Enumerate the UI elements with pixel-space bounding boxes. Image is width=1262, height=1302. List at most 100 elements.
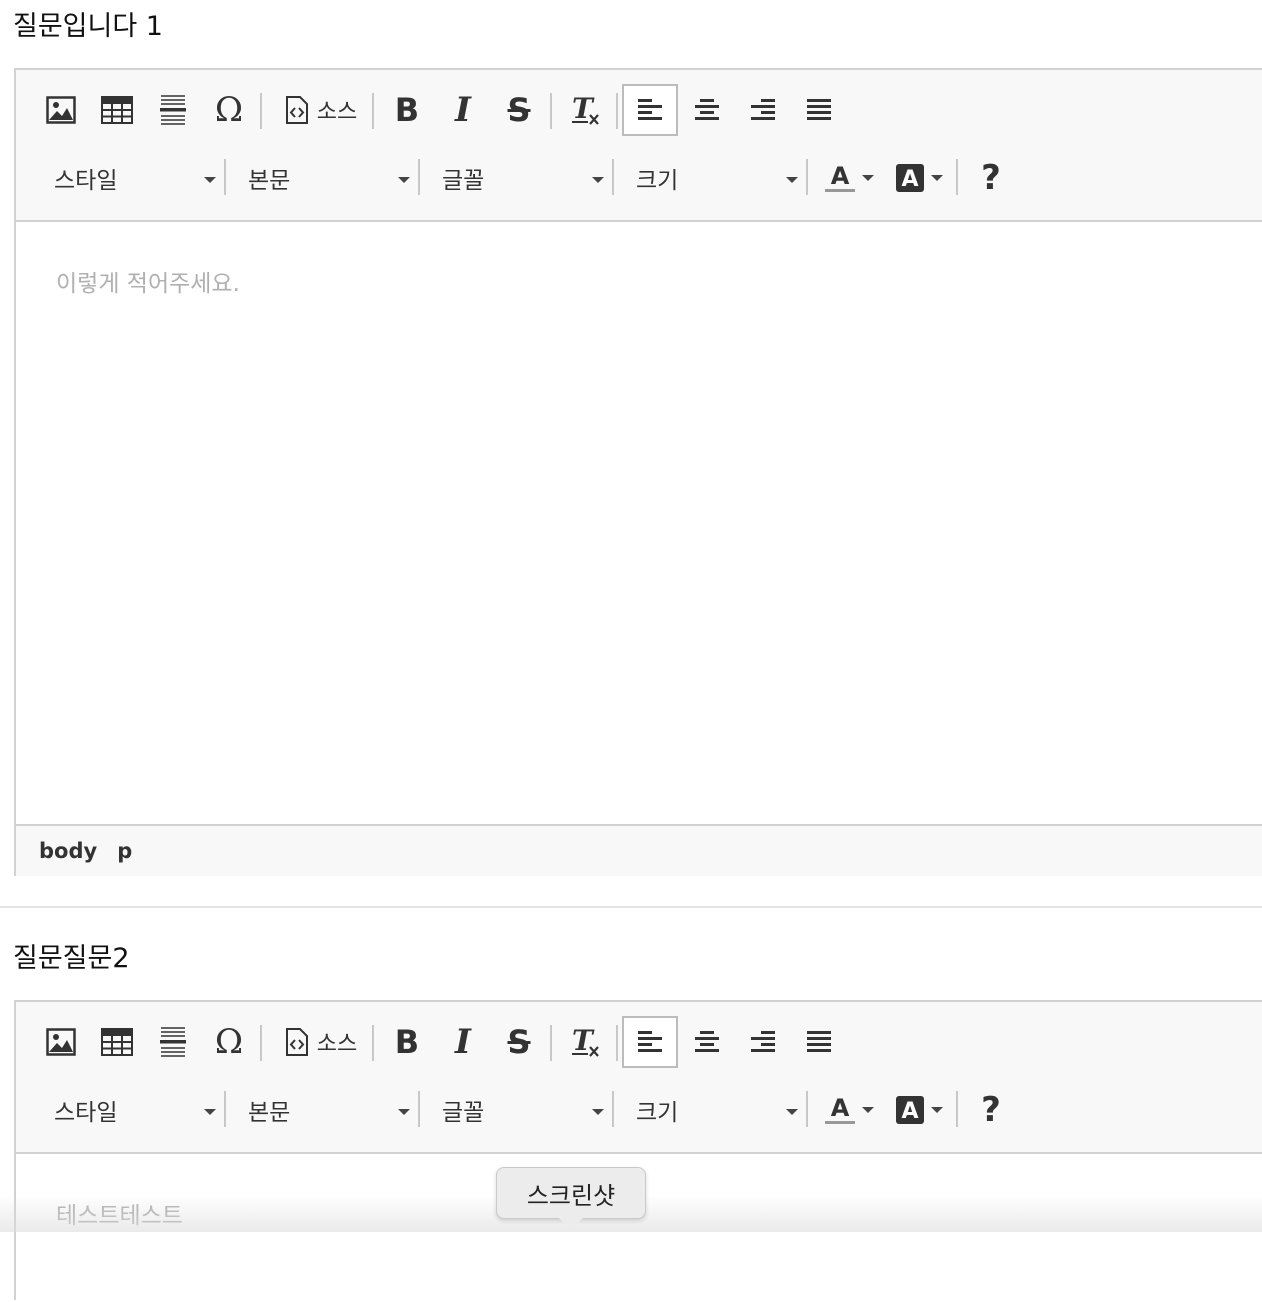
editor-toolbar: Ω 소스 B I S T 스타일 본문 글꼴 크기 A A ? xyxy=(16,1002,1262,1154)
path-item-body[interactable]: body xyxy=(39,839,97,863)
format-dropdown-label: 본문 xyxy=(248,168,291,194)
bold-icon[interactable]: B xyxy=(384,84,430,136)
toolbar-separator xyxy=(616,93,618,129)
section-title-1: 질문입니다 1 xyxy=(13,11,163,42)
font-dropdown-label: 글꼴 xyxy=(442,168,485,194)
toolbar-row-2: 스타일 본문 글꼴 크기 A A ? xyxy=(16,1082,1262,1138)
clear-format-icon[interactable]: T xyxy=(562,84,608,136)
toolbar-separator xyxy=(372,1025,374,1061)
align-left-icon[interactable] xyxy=(622,1016,678,1068)
section-title-2: 질문질문2 xyxy=(13,943,130,974)
clear-format-icon[interactable]: T xyxy=(562,1016,608,1068)
toolbar-separator xyxy=(956,159,958,195)
bg-color-icon: A xyxy=(896,164,924,192)
table-icon[interactable] xyxy=(94,84,140,136)
source-label: 소스 xyxy=(316,1032,358,1057)
special-char-icon[interactable]: Ω xyxy=(206,1016,252,1068)
editor-placeholder: 이렇게 적어주세요. xyxy=(56,271,240,297)
horizontal-line-icon[interactable] xyxy=(150,84,196,136)
help-icon[interactable]: ? xyxy=(968,152,1014,204)
toolbar-row-1: Ω 소스 B I S T xyxy=(16,84,1262,140)
bg-color-icon: A xyxy=(896,1096,924,1124)
toolbar-separator xyxy=(260,93,262,129)
svg-text:A: A xyxy=(831,1094,850,1122)
align-justify-icon[interactable] xyxy=(796,84,842,136)
align-center-icon[interactable] xyxy=(684,1016,730,1068)
size-dropdown[interactable]: 크기 xyxy=(614,1084,808,1136)
chevron-down-icon xyxy=(862,1107,874,1113)
chevron-down-icon xyxy=(931,175,943,181)
strikethrough-icon[interactable]: S xyxy=(496,1016,542,1068)
svg-text:A: A xyxy=(901,167,918,192)
table-icon[interactable] xyxy=(94,1016,140,1068)
text-color-icon: A xyxy=(825,1094,855,1124)
format-dropdown-label: 본문 xyxy=(248,1100,291,1126)
source-button[interactable]: 소스 xyxy=(272,84,370,136)
svg-text:A: A xyxy=(831,162,850,190)
image-icon[interactable] xyxy=(38,1016,84,1068)
font-dropdown[interactable]: 글꼴 xyxy=(420,152,614,204)
chevron-down-icon xyxy=(592,1109,604,1115)
svg-text:A: A xyxy=(901,1099,918,1124)
chevron-down-icon xyxy=(204,177,216,183)
align-justify-icon[interactable] xyxy=(796,1016,842,1068)
toolbar-separator xyxy=(372,93,374,129)
align-left-icon[interactable] xyxy=(622,84,678,136)
style-dropdown-label: 스타일 xyxy=(54,1100,118,1126)
toolbar-separator xyxy=(550,1025,552,1061)
toolbar-separator xyxy=(616,1025,618,1061)
chevron-down-icon xyxy=(398,1109,410,1115)
section-divider xyxy=(0,906,1262,908)
size-dropdown-label: 크기 xyxy=(636,1100,679,1126)
source-label: 소스 xyxy=(316,100,358,125)
text-color-icon: A xyxy=(825,162,855,192)
text-color-button[interactable]: A xyxy=(818,152,880,204)
size-dropdown[interactable]: 크기 xyxy=(614,152,808,204)
format-dropdown[interactable]: 본문 xyxy=(226,1084,420,1136)
help-icon[interactable]: ? xyxy=(968,1084,1014,1136)
format-dropdown[interactable]: 본문 xyxy=(226,152,420,204)
chevron-down-icon xyxy=(786,177,798,183)
bg-color-button[interactable]: A xyxy=(888,1084,950,1136)
editor-toolbar: Ω 소스 B I S T 스타일 본문 글꼴 크기 A A ? xyxy=(16,70,1262,222)
rich-text-editor-2: Ω 소스 B I S T 스타일 본문 글꼴 크기 A A ? 테스트테스트 xyxy=(14,1000,1262,1302)
text-color-button[interactable]: A xyxy=(818,1084,880,1136)
bold-icon[interactable]: B xyxy=(384,1016,430,1068)
horizontal-line-icon[interactable] xyxy=(150,1016,196,1068)
style-dropdown[interactable]: 스타일 xyxy=(32,152,226,204)
size-dropdown-label: 크기 xyxy=(636,168,679,194)
italic-icon[interactable]: I xyxy=(440,1016,486,1068)
strikethrough-icon[interactable]: S xyxy=(496,84,542,136)
toolbar-separator xyxy=(806,1091,808,1127)
toolbar-separator xyxy=(806,159,808,195)
align-right-icon[interactable] xyxy=(740,1016,786,1068)
editor-placeholder: 테스트테스트 xyxy=(56,1203,183,1229)
source-button[interactable]: 소스 xyxy=(272,1016,370,1068)
source-icon xyxy=(285,96,308,124)
align-center-icon[interactable] xyxy=(684,84,730,136)
chevron-down-icon xyxy=(862,175,874,181)
chevron-down-icon xyxy=(931,1107,943,1113)
rich-text-editor-1: Ω 소스 B I S T 스타일 본문 글꼴 크기 A A ? 이렇게 적어주세… xyxy=(14,68,1262,876)
path-item-p[interactable]: p xyxy=(117,839,132,863)
editor-content-area[interactable]: 이렇게 적어주세요. xyxy=(16,222,1262,824)
toolbar-separator xyxy=(260,1025,262,1061)
toolbar-row-2: 스타일 본문 글꼴 크기 A A ? xyxy=(16,150,1262,206)
element-path-bar: body p xyxy=(16,824,1262,876)
chevron-down-icon xyxy=(398,177,410,183)
italic-icon[interactable]: I xyxy=(440,84,486,136)
chevron-down-icon xyxy=(786,1109,798,1115)
font-dropdown-label: 글꼴 xyxy=(442,1100,485,1126)
style-dropdown-label: 스타일 xyxy=(54,168,118,194)
style-dropdown[interactable]: 스타일 xyxy=(32,1084,226,1136)
svg-text:T: T xyxy=(572,1026,595,1057)
toolbar-row-1: Ω 소스 B I S T xyxy=(16,1016,1262,1072)
svg-text:T: T xyxy=(572,94,595,125)
image-icon[interactable] xyxy=(38,84,84,136)
chevron-down-icon xyxy=(204,1109,216,1115)
bg-color-button[interactable]: A xyxy=(888,152,950,204)
align-right-icon[interactable] xyxy=(740,84,786,136)
font-dropdown[interactable]: 글꼴 xyxy=(420,1084,614,1136)
special-char-icon[interactable]: Ω xyxy=(206,84,252,136)
chevron-down-icon xyxy=(592,177,604,183)
